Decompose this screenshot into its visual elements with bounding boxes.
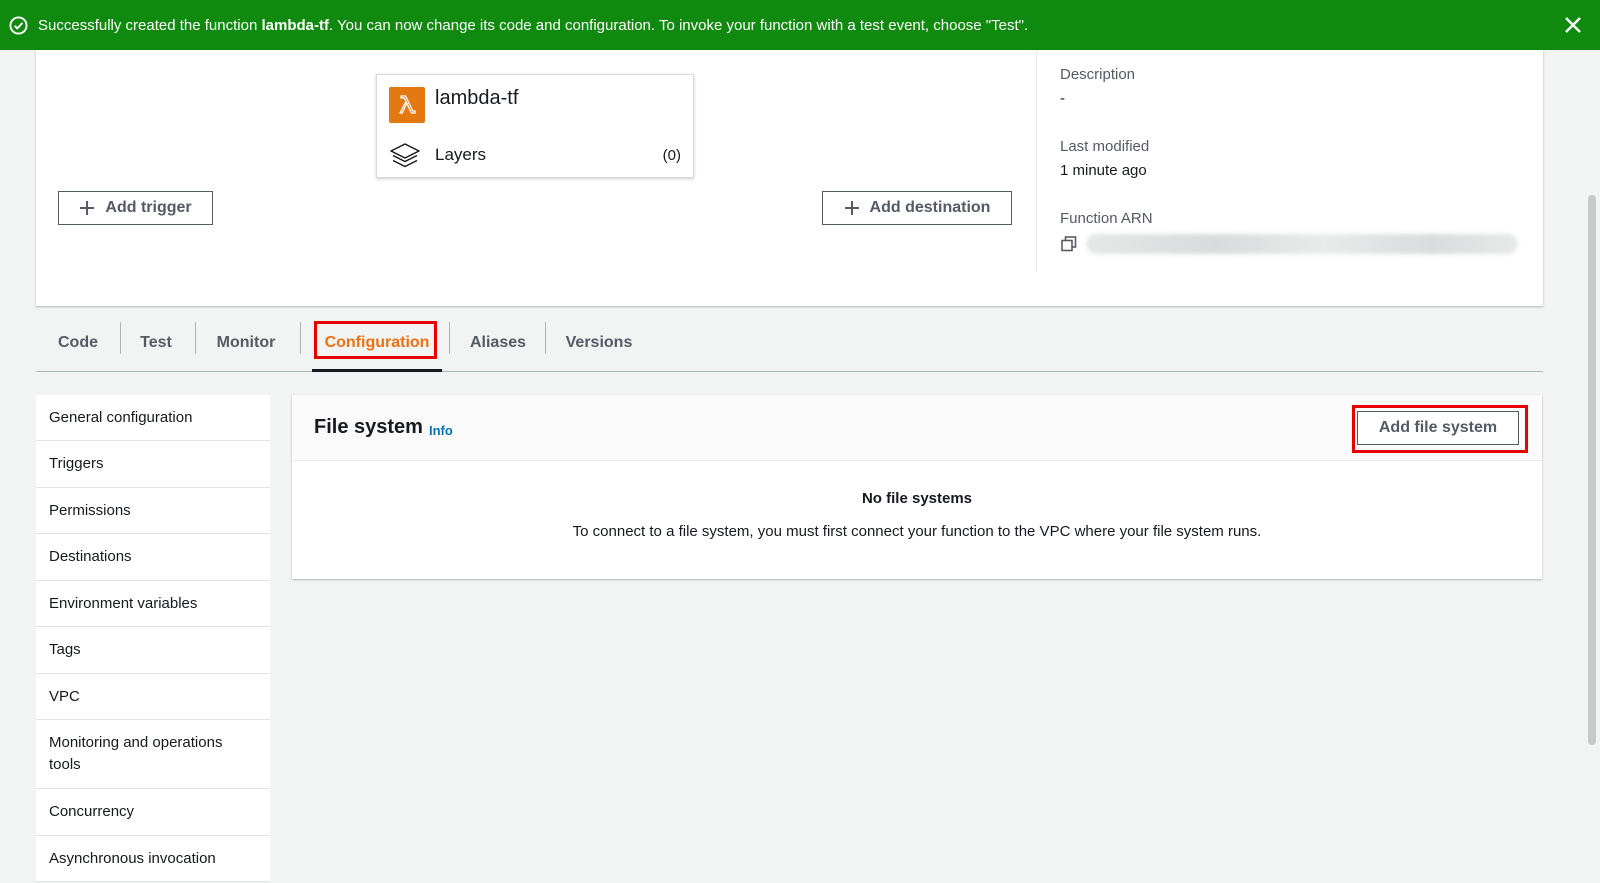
- tab-test-label: Test: [140, 333, 172, 351]
- file-system-header: File system Info Add file system: [292, 395, 1542, 461]
- empty-state-description: To connect to a file system, you must fi…: [572, 523, 1262, 540]
- sidebar-item-label: General configuration: [49, 408, 193, 426]
- flash-function-name: lambda-tf: [261, 16, 329, 34]
- tab-separator: [195, 322, 196, 354]
- sidebar-item-permissions[interactable]: Permissions: [36, 488, 270, 534]
- function-arn-section: Function ARN: [1060, 210, 1518, 254]
- file-system-panel: File system Info Add file system No file…: [292, 395, 1542, 579]
- description-value: -: [1060, 90, 1065, 107]
- layers-count: (0): [662, 147, 681, 164]
- add-file-system-button[interactable]: Add file system: [1357, 411, 1519, 445]
- last-modified-section: Last modified 1 minute ago: [1060, 138, 1149, 179]
- tab-separator: [449, 322, 450, 354]
- sidebar-item-label: Environment variables: [49, 594, 198, 612]
- add-trigger-button[interactable]: Add trigger: [58, 191, 213, 225]
- tab-aliases[interactable]: Aliases: [462, 314, 534, 371]
- lambda-icon: [389, 87, 425, 123]
- last-modified-value: 1 minute ago: [1060, 162, 1147, 179]
- sidebar-item-monitoring-and-operations-tools[interactable]: Monitoring and operations tools: [36, 720, 270, 789]
- overview-divider: [1036, 50, 1037, 272]
- tab-separator: [300, 322, 301, 354]
- tab-aliases-label: Aliases: [469, 333, 527, 351]
- tab-versions-label: Versions: [565, 333, 633, 351]
- function-arn-value-redacted: [1086, 234, 1518, 254]
- copy-icon[interactable]: [1060, 235, 1078, 253]
- plus-icon: [844, 200, 860, 216]
- layers-icon: [389, 141, 421, 171]
- empty-state-title: No file systems: [861, 490, 973, 507]
- file-system-title: File system: [314, 416, 423, 438]
- layers-label[interactable]: Layers: [435, 145, 486, 165]
- sidebar-item-asynchronous-invocation[interactable]: Asynchronous invocation: [36, 836, 270, 882]
- add-destination-button[interactable]: Add destination: [822, 191, 1012, 225]
- sidebar-item-label: Concurrency: [49, 803, 135, 820]
- sidebar-item-label: Monitoring and operations tools: [49, 734, 223, 773]
- success-check-icon: [9, 15, 28, 35]
- add-destination-label: Add destination: [869, 199, 991, 216]
- tab-separator: [545, 322, 546, 354]
- function-name: lambda-tf: [435, 87, 519, 109]
- sidebar-item-concurrency[interactable]: Concurrency: [36, 789, 270, 836]
- tab-monitor-label: Monitor: [216, 333, 276, 351]
- tab-code[interactable]: Code: [48, 314, 108, 371]
- sidebar-item-vpc[interactable]: VPC: [36, 674, 270, 720]
- last-modified-label: Last modified: [1060, 138, 1150, 155]
- sidebar-item-label: VPC: [49, 687, 80, 705]
- sidebar-item-triggers[interactable]: Triggers: [36, 441, 270, 488]
- close-icon[interactable]: [1562, 14, 1584, 36]
- sidebar-item-label: Asynchronous invocation: [49, 849, 216, 867]
- function-tabs: Code Test Monitor Configuration Aliases …: [36, 314, 1543, 372]
- configuration-sidebar: General configuration Triggers Permissio…: [36, 395, 270, 882]
- tab-code-label: Code: [58, 333, 98, 351]
- function-card[interactable]: lambda-tf Layers (0): [376, 74, 694, 178]
- tab-configuration[interactable]: Configuration: [312, 314, 442, 372]
- plus-icon: [79, 200, 95, 216]
- tab-configuration-label: Configuration: [324, 333, 430, 351]
- sidebar-item-tags[interactable]: Tags: [36, 627, 270, 674]
- tab-separator: [120, 322, 121, 354]
- description-section: Description -: [1060, 66, 1135, 107]
- tab-versions[interactable]: Versions: [558, 314, 640, 371]
- function-overview-panel: lambda-tf Layers (0) Add trigger Add des…: [36, 50, 1543, 306]
- sidebar-item-destinations[interactable]: Destinations: [36, 534, 270, 581]
- sidebar-item-environment-variables[interactable]: Environment variables: [36, 581, 270, 627]
- flash-message: Successfully created the function lambda…: [38, 16, 1029, 34]
- sidebar-item-label: Triggers: [49, 455, 104, 472]
- tab-monitor[interactable]: Monitor: [208, 314, 284, 371]
- function-arn-label: Function ARN: [1060, 210, 1153, 227]
- sidebar-item-label: Permissions: [49, 501, 131, 519]
- add-trigger-label: Add trigger: [105, 199, 192, 216]
- success-flash-banner: Successfully created the function lambda…: [0, 0, 1600, 50]
- sidebar-item-general-configuration[interactable]: General configuration: [36, 395, 270, 441]
- sidebar-item-label: Destinations: [49, 548, 132, 565]
- scrollbar-thumb[interactable]: [1588, 195, 1596, 745]
- description-label: Description: [1060, 66, 1136, 83]
- page-scrollbar[interactable]: [1584, 50, 1600, 883]
- sidebar-item-label: Tags: [49, 641, 81, 658]
- file-system-info-link[interactable]: Info: [429, 423, 453, 438]
- tab-test[interactable]: Test: [132, 314, 180, 371]
